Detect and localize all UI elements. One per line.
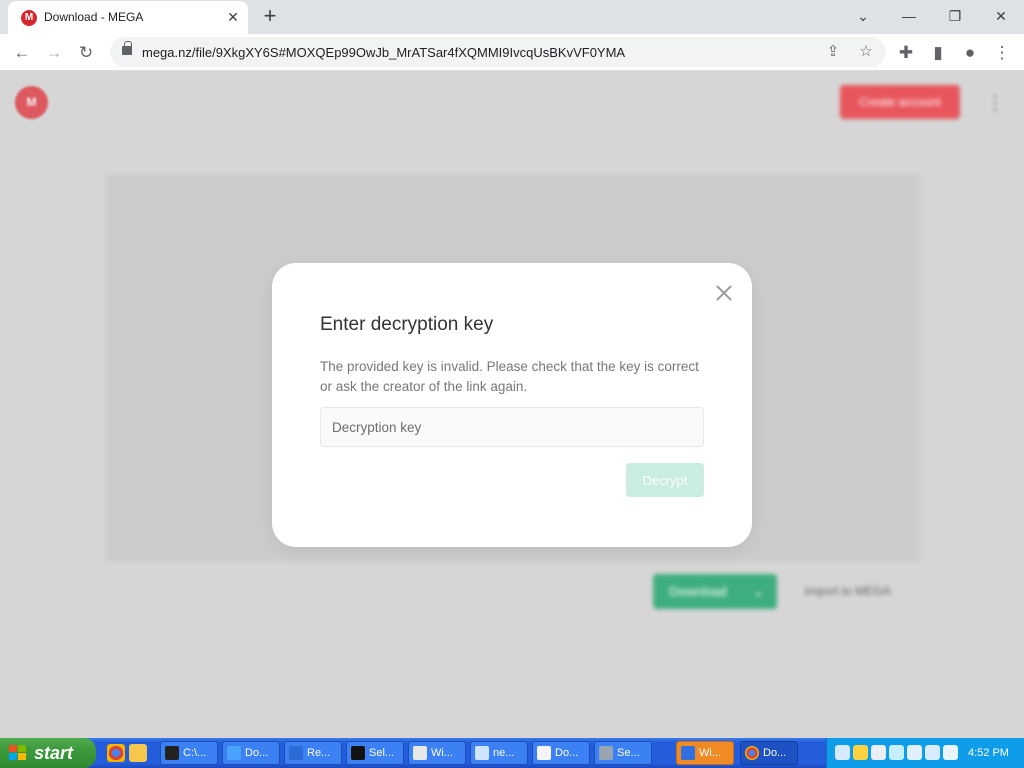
chrome-icon xyxy=(745,746,759,760)
taskbar-item[interactable]: Do... xyxy=(740,741,798,765)
taskbar-item[interactable]: Do... xyxy=(222,741,280,765)
reload-icon[interactable]: ↻ xyxy=(73,40,99,66)
decryption-key-input[interactable] xyxy=(320,407,704,447)
close-window-button[interactable]: ✕ xyxy=(984,4,1018,28)
taskbar-item-label: Wi... xyxy=(431,747,453,759)
chrome-quicklaunch-icon[interactable] xyxy=(107,744,125,762)
sync-icon[interactable] xyxy=(907,745,922,760)
decrypt-button[interactable]: Decrypt xyxy=(626,463,704,497)
cloud-icon[interactable] xyxy=(871,745,886,760)
network-icon[interactable] xyxy=(835,745,850,760)
bookmark-star-icon[interactable]: ☆ xyxy=(855,41,877,63)
dialog-message: The provided key is invalid. Please chec… xyxy=(320,359,699,394)
url-text[interactable]: mega.nz/file/9XkgXY6S#MOXQEp99OwJb_MrATS… xyxy=(142,45,625,60)
7zip-icon xyxy=(165,746,179,760)
window-icon xyxy=(413,746,427,760)
taskbar-item[interactable]: ne... xyxy=(470,741,528,765)
taskbar-item-label: C:\... xyxy=(183,747,207,759)
browser-toolbar: ← → ↻ mega.nz/file/9XkgXY6S#MOXQEp99OwJb… xyxy=(0,34,1024,71)
taskbar-item[interactable]: Wi... xyxy=(408,741,466,765)
monitor-icon[interactable] xyxy=(889,745,904,760)
start-button[interactable]: start xyxy=(0,738,96,768)
side-panel-icon[interactable]: ▮ xyxy=(925,40,951,66)
menu-kebab-icon[interactable]: ⋮ xyxy=(989,40,1015,66)
taskbar-item[interactable]: Sel... xyxy=(346,741,404,765)
taskbar: start C:\... Do... Re... Sel... Wi... ne… xyxy=(0,738,1024,768)
share-icon[interactable]: ⇪ xyxy=(822,41,844,63)
taskbar-item[interactable]: Se... xyxy=(594,741,652,765)
taskbar-item-label: Sel... xyxy=(369,747,395,759)
address-bar[interactable]: mega.nz/file/9XkgXY6S#MOXQEp99OwJb_MrATS… xyxy=(110,37,886,67)
display-icon[interactable] xyxy=(925,745,940,760)
download-button[interactable]: Download ⌄ xyxy=(653,574,777,609)
extensions-icon[interactable]: ✚ xyxy=(893,40,919,66)
taskbar-item-label: Re... xyxy=(307,747,331,759)
dialog-title: Enter decryption key xyxy=(320,314,494,335)
notepad-icon xyxy=(475,746,489,760)
import-to-mega-button[interactable]: Import to MEGA xyxy=(790,574,905,609)
taskbar-item-label: Do... xyxy=(555,747,579,759)
minimize-button[interactable]: — xyxy=(892,4,926,28)
tab-search-icon[interactable]: ⌄ xyxy=(846,4,880,28)
windows-flag-icon xyxy=(9,745,27,761)
volume-icon[interactable] xyxy=(943,745,958,760)
mega-logo[interactable]: M xyxy=(15,86,48,119)
start-label: start xyxy=(34,743,74,763)
taskbar-item[interactable]: Re... xyxy=(284,741,342,765)
document-icon xyxy=(537,746,551,760)
taskbar-item-label: Do... xyxy=(763,747,787,759)
page-menu-icon[interactable]: ⋮ xyxy=(985,91,1005,115)
forward-icon[interactable]: → xyxy=(41,40,67,66)
download-icon xyxy=(227,746,241,760)
system-tray: 4:52 PM xyxy=(826,738,1024,768)
taskbar-item-label: Do... xyxy=(245,747,269,759)
new-tab-button[interactable]: + xyxy=(258,5,282,29)
profile-avatar-icon[interactable]: ● xyxy=(957,40,983,66)
dialog-close-icon[interactable] xyxy=(712,281,736,305)
taskbar-clock[interactable]: 4:52 PM xyxy=(968,738,1009,768)
tab-title: Download - MEGA xyxy=(44,10,144,24)
browser-tab[interactable]: M Download - MEGA ✕ xyxy=(8,1,248,34)
mega-favicon-icon: M xyxy=(21,10,37,26)
settings-icon xyxy=(599,746,613,760)
folder-quicklaunch-icon[interactable] xyxy=(129,744,147,762)
chevron-down-icon: ⌄ xyxy=(753,584,764,599)
taskbar-item[interactable]: Do... xyxy=(532,741,590,765)
taskbar-item-label: Wi... xyxy=(699,747,721,759)
table-icon xyxy=(289,746,303,760)
taskbar-item[interactable]: Wi... xyxy=(676,741,734,765)
tab-close-icon[interactable]: ✕ xyxy=(224,8,242,26)
taskbar-item-label: Se... xyxy=(617,747,640,759)
taskbar-item-label: ne... xyxy=(493,747,515,759)
decryption-key-dialog: Enter decryption key The provided key is… xyxy=(272,263,752,547)
tab-strip: M Download - MEGA ✕ + ⌄ — ❐ ✕ xyxy=(0,0,1024,34)
lock-icon[interactable] xyxy=(122,41,132,55)
warning-icon[interactable] xyxy=(853,745,868,760)
taskbar-item[interactable]: C:\... xyxy=(160,741,218,765)
back-icon[interactable]: ← xyxy=(9,40,35,66)
create-account-button[interactable]: Create account xyxy=(840,85,960,119)
console-icon xyxy=(351,746,365,760)
shield-icon xyxy=(681,746,695,760)
download-label: Download xyxy=(669,584,727,599)
restore-button[interactable]: ❐ xyxy=(938,4,972,28)
